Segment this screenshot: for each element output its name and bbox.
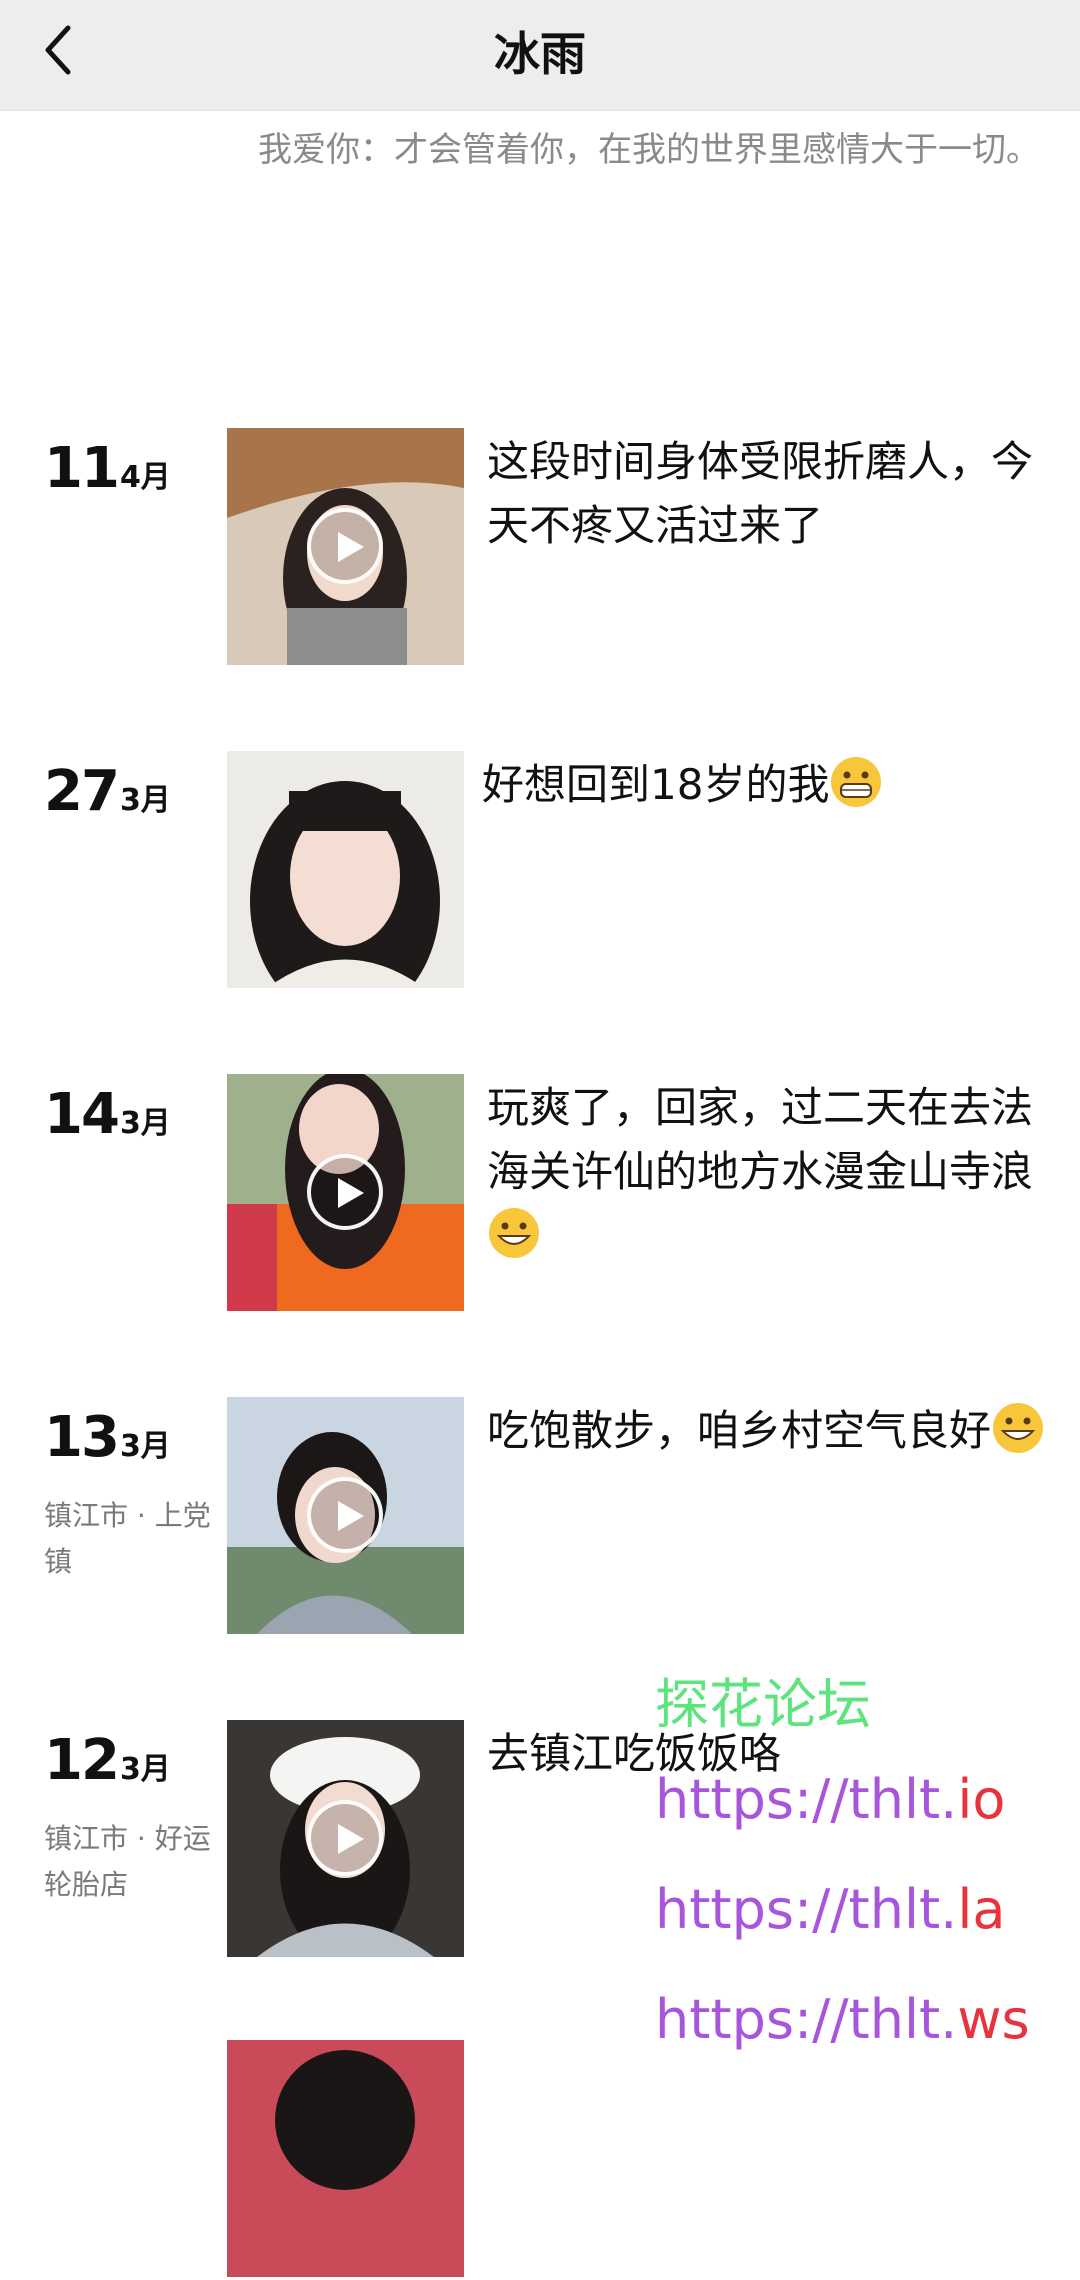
post-thumbnail[interactable] bbox=[227, 1074, 464, 1311]
watermark-url-prefix: https://thlt. bbox=[655, 1768, 958, 1831]
play-icon bbox=[307, 508, 383, 584]
watermark-url-suffix: ws bbox=[957, 1988, 1030, 2051]
post-text-content: 玩爽了，回家，过二天在去法海关许仙的地方水漫金山寺浪 bbox=[487, 1083, 1034, 1196]
post-day: 14 bbox=[44, 1082, 120, 1147]
post-thumbnail[interactable] bbox=[227, 428, 464, 665]
post-date: 273月 bbox=[44, 759, 171, 824]
post-month: 3月 bbox=[119, 783, 171, 818]
post-thumbnail[interactable] bbox=[227, 751, 464, 988]
post-day: 12 bbox=[44, 1728, 120, 1793]
post-date: 114月 bbox=[44, 436, 171, 501]
page-title: 冰雨 bbox=[494, 27, 586, 81]
watermark-url-suffix: la bbox=[957, 1878, 1006, 1941]
post-thumbnail[interactable] bbox=[227, 1397, 464, 1634]
play-icon bbox=[307, 1477, 383, 1553]
watermark-url: https://thlt.ws bbox=[655, 1988, 1030, 2051]
watermark-url-prefix: https://thlt. bbox=[655, 1878, 958, 1941]
post-month: 3月 bbox=[119, 1106, 171, 1141]
post-text-content: 好想回到18岁的我 bbox=[482, 760, 830, 809]
watermark-title: 探花论坛 bbox=[655, 1673, 871, 1736]
play-icon bbox=[307, 1800, 383, 1876]
post-day: 27 bbox=[44, 759, 120, 824]
post-item[interactable]: 273月 好想回到18岁的我 bbox=[0, 751, 1080, 991]
post-text[interactable]: 玩爽了，回家，过二天在去法海关许仙的地方水漫金山寺浪 bbox=[487, 1076, 1047, 1268]
post-thumbnail[interactable] bbox=[227, 1720, 464, 1957]
post-text[interactable]: 吃饱散步，咱乡村空气良好 bbox=[487, 1399, 1047, 1463]
grinning-face-icon bbox=[993, 1403, 1044, 1453]
post-text[interactable]: 好想回到18岁的我 bbox=[482, 753, 1042, 817]
post-text-content: 吃饱散步，咱乡村空气良好 bbox=[487, 1406, 992, 1455]
post-text[interactable]: 这段时间身体受限折磨人，今天不疼又活过来了 bbox=[487, 430, 1047, 558]
grinning-face-icon bbox=[489, 1208, 539, 1258]
post-location: 镇江市 · 上党镇 bbox=[44, 1499, 211, 1578]
watermark-url-suffix: io bbox=[957, 1768, 1006, 1831]
post-item[interactable] bbox=[0, 2040, 1080, 2280]
post-item[interactable]: 143月 玩爽了，回家，过二天在去法海关许仙的地方水漫金山寺浪 bbox=[0, 1074, 1080, 1314]
post-date: 123月 bbox=[44, 1728, 171, 1793]
post-location: 镇江市 · 好运轮胎店 bbox=[44, 1822, 211, 1901]
post-month: 3月 bbox=[119, 1752, 171, 1787]
watermark-url: https://thlt.io bbox=[655, 1768, 1005, 1831]
watermark-url: https://thlt.la bbox=[655, 1878, 1005, 1941]
photo-image bbox=[227, 2040, 464, 2277]
play-icon bbox=[307, 1154, 383, 1230]
post-month: 3月 bbox=[119, 1429, 171, 1464]
photo-image bbox=[227, 751, 464, 988]
post-item[interactable]: 114月 这段时间身体受限折磨人，今天不疼又活过来了 bbox=[0, 428, 1080, 668]
post-date: 133月 bbox=[44, 1405, 171, 1470]
watermark-url-prefix: https://thlt. bbox=[655, 1988, 958, 2051]
profile-signature: 我爱你：才会管着你，在我的世界里感情大于一切。 bbox=[258, 130, 1040, 170]
post-day: 11 bbox=[44, 436, 120, 501]
post-thumbnail[interactable] bbox=[227, 2040, 464, 2277]
post-item[interactable]: 133月 镇江市 · 上党镇 吃饱散步，咱乡村空气良好 bbox=[0, 1397, 1080, 1637]
post-month: 4月 bbox=[119, 460, 171, 495]
top-bar: 冰雨 bbox=[0, 0, 1080, 111]
post-date: 143月 bbox=[44, 1082, 171, 1147]
grinning-face-icon bbox=[831, 757, 882, 807]
post-day: 13 bbox=[44, 1405, 120, 1470]
